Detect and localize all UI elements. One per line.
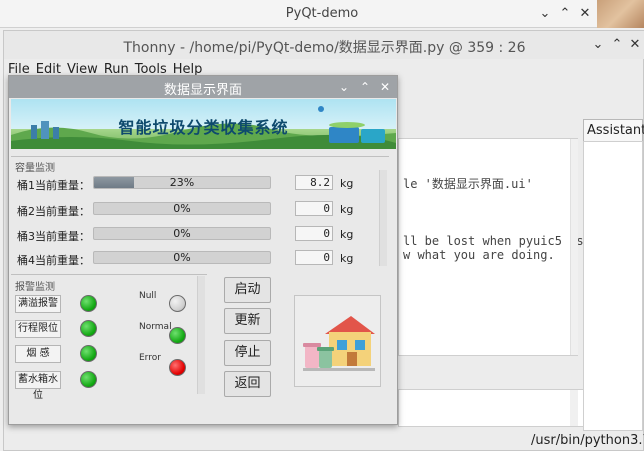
- desktop-wallpaper-thumbnail: [597, 0, 644, 28]
- bin-percent: 23%: [169, 176, 195, 189]
- legend-error-led: [169, 359, 186, 376]
- close-icon[interactable]: ✕: [626, 36, 644, 54]
- overflow-status-led: [80, 295, 97, 312]
- start-button[interactable]: 启动: [224, 277, 271, 303]
- bin3-weight-label: 桶3当前重量：: [17, 230, 90, 243]
- capacity-group-label: 容量监测: [15, 163, 55, 174]
- bin1-progress-bar: 23%: [93, 176, 271, 189]
- bin2-progress-bar: 0%: [93, 202, 271, 215]
- editor-scrollbar[interactable]: [570, 139, 578, 355]
- water-tank-level-button[interactable]: 蓄水箱水位: [15, 371, 61, 401]
- travel-limit-button[interactable]: 行程限位: [15, 320, 61, 338]
- bin4-unit: kg: [340, 252, 354, 265]
- water-level-status-led: [80, 371, 97, 388]
- tab-assistant[interactable]: Assistant: [583, 119, 644, 141]
- banner-title: 智能垃圾分类收集系统: [118, 118, 289, 137]
- bin4-weight-label: 桶4当前重量：: [17, 254, 90, 267]
- legend-normal-label: Normal: [139, 322, 172, 332]
- update-button[interactable]: 更新: [224, 308, 271, 334]
- minimize-icon[interactable]: ⌄: [536, 5, 554, 23]
- close-icon[interactable]: ✕: [576, 5, 594, 23]
- smoke-status-led: [80, 345, 97, 362]
- legend-null-led: [169, 295, 186, 312]
- bin1-unit: kg: [340, 177, 354, 190]
- bin3-unit: kg: [340, 228, 354, 241]
- bin-percent: 0%: [173, 251, 191, 264]
- code-line: ll be lost when pyuic5 is: [403, 234, 584, 248]
- back-button[interactable]: 返回: [224, 371, 271, 397]
- legend-null-label: Null: [139, 291, 157, 301]
- code-line: le '数据显示界面.ui': [403, 177, 533, 191]
- alarm-group-label: 报警监测: [15, 282, 55, 293]
- bin-percent: 0%: [173, 227, 191, 240]
- alarm-scrollbar[interactable]: [197, 276, 205, 394]
- bin4-weight-value: 0: [295, 250, 333, 265]
- maximize-icon[interactable]: ⌃: [608, 36, 626, 54]
- minimize-icon[interactable]: ⌄: [336, 79, 352, 95]
- bin-percent: 0%: [173, 202, 191, 215]
- data-display-dialog: 数据显示界面 ⌄ ⌃ ✕ 智能垃圾分类收集系统 容量监测 桶1当前重量： 23%…: [8, 75, 398, 425]
- shell-scrollbar[interactable]: [570, 390, 578, 426]
- code-editor[interactable]: le '数据显示界面.ui' ll be lost when pyuic5 is…: [398, 138, 584, 356]
- thonny-window-title: Thonny - /home/pi/PyQt-demo/数据显示界面.py @ …: [123, 40, 526, 56]
- bin1-weight-label: 桶1当前重量：: [17, 179, 90, 192]
- code-line: w what you are doing.: [403, 248, 555, 262]
- stop-button[interactable]: 停止: [224, 340, 271, 366]
- bin4-progress-bar: 0%: [93, 251, 271, 264]
- capacity-scrollbar[interactable]: [379, 170, 387, 266]
- maximize-icon[interactable]: ⌃: [556, 5, 574, 23]
- travel-limit-status-led: [80, 320, 97, 337]
- close-icon[interactable]: ✕: [377, 79, 393, 95]
- bin2-unit: kg: [340, 203, 354, 216]
- house-bins-icon: [303, 316, 375, 371]
- assistant-panel: [583, 141, 643, 431]
- maximize-icon[interactable]: ⌃: [357, 79, 373, 95]
- legend-normal-led: [169, 327, 186, 344]
- interpreter-status[interactable]: /usr/bin/python3.7: [531, 433, 644, 448]
- bin3-progress-bar: 0%: [93, 227, 271, 240]
- bin1-weight-value: 8.2: [295, 175, 333, 190]
- minimize-icon[interactable]: ⌄: [589, 36, 607, 54]
- overflow-alarm-button[interactable]: 满溢报警: [15, 295, 61, 313]
- legend-error-label: Error: [139, 353, 161, 363]
- banner-image: 智能垃圾分类收集系统: [11, 99, 396, 149]
- bin2-weight-label: 桶2当前重量：: [17, 205, 90, 218]
- bin2-weight-value: 0: [295, 201, 333, 216]
- house-image-box: [294, 295, 381, 387]
- bin3-weight-value: 0: [295, 226, 333, 241]
- smoke-sensor-button[interactable]: 烟 感: [15, 345, 61, 363]
